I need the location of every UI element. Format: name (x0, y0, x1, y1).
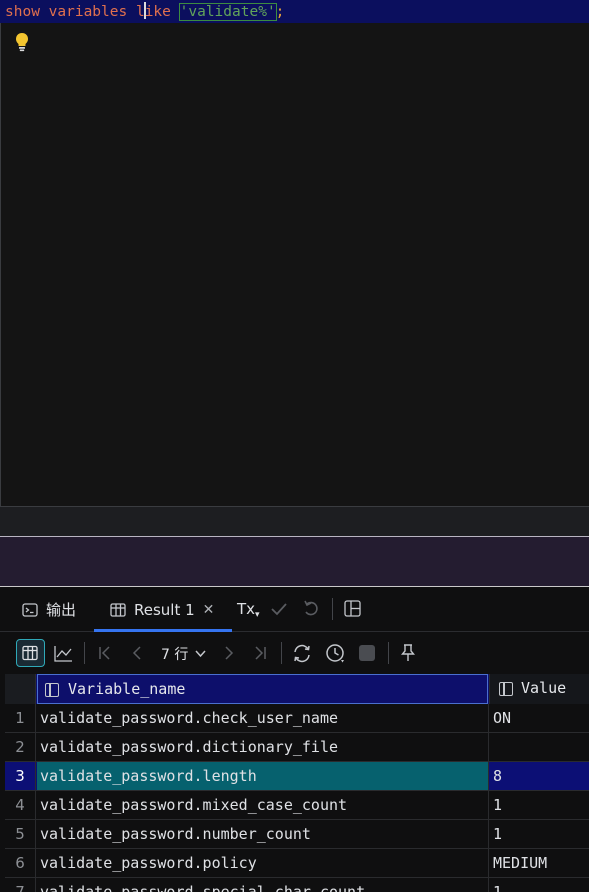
column-header-value[interactable]: Value (489, 674, 589, 704)
tab-output-label: 输出 (46, 601, 77, 619)
column-divider (488, 820, 489, 848)
cell-value[interactable]: ON (493, 704, 511, 732)
editor-footer (0, 507, 589, 536)
prev-page-icon[interactable] (131, 646, 143, 660)
commit-icon[interactable] (270, 601, 288, 617)
layout-icon[interactable] (344, 600, 361, 617)
column-icon (499, 682, 513, 696)
keyword-show: show (5, 4, 40, 20)
table-row[interactable]: 4 validate_password.mixed_case_count 1 (5, 791, 589, 820)
cell-variable-name[interactable]: validate_password.number_count (40, 820, 311, 848)
toolbar-divider (332, 598, 333, 620)
tx-dropdown-icon: ▾ (255, 610, 260, 620)
cell-value[interactable]: MEDIUM (493, 849, 547, 877)
table-view-toggle[interactable] (16, 639, 45, 667)
results-tab-bar: 输出 Result 1 ✕ Tx▾ (0, 587, 589, 632)
results-panel: 输出 Result 1 ✕ Tx▾ 7 行 Variable_name Valu… (0, 586, 589, 892)
string-literal: 'validate%' (178, 3, 277, 21)
table-view-icon (22, 645, 38, 661)
tab-output[interactable]: 输出 (22, 587, 76, 632)
sql-statement[interactable]: show variables like 'validate%'; (5, 2, 284, 22)
cell-variable-name[interactable]: validate_password.check_user_name (40, 704, 338, 732)
keyword-like-end: ike (144, 4, 171, 20)
column-divider (488, 762, 489, 790)
column-icon (45, 683, 59, 697)
terminal-icon (22, 602, 38, 617)
table-row[interactable]: 7 validate_password.special_char_count 1 (5, 878, 589, 892)
column-header-variable-name[interactable]: Variable_name (37, 674, 510, 704)
row-number: 5 (5, 820, 36, 848)
table-row[interactable]: 5 validate_password.number_count 1 (5, 820, 589, 849)
transaction-mode[interactable]: Tx▾ (237, 600, 260, 620)
cell-value[interactable]: 1 (493, 820, 502, 848)
first-page-icon[interactable] (98, 646, 112, 660)
row-number: 7 (5, 878, 36, 892)
toolbar-divider (84, 642, 85, 664)
toolbar-divider (281, 642, 282, 664)
tab-result-label: Result 1 (134, 600, 195, 619)
chart-icon[interactable] (54, 645, 73, 662)
editor-gutter-border (0, 0, 1, 507)
toolbar-divider (388, 642, 389, 664)
column-divider (488, 849, 489, 877)
current-line-highlight: show variables like 'validate%'; (0, 0, 589, 23)
table-row-selected[interactable]: 3 validate_password.length 8 (5, 762, 589, 791)
table-row[interactable]: 1 validate_password.check_user_name ON (5, 704, 589, 733)
cell-variable-name[interactable]: validate_password.length (40, 762, 257, 790)
cell-variable-name[interactable]: validate_password.special_char_count (40, 878, 365, 892)
pin-icon[interactable] (400, 644, 416, 662)
column-header-label: Variable_name (68, 680, 186, 698)
history-icon[interactable] (325, 643, 346, 664)
rollback-icon[interactable] (303, 600, 319, 618)
cell-value[interactable]: 1 (493, 791, 502, 819)
table-row[interactable]: 6 validate_password.policy MEDIUM (5, 849, 589, 878)
stop-icon[interactable] (359, 645, 375, 661)
chevron-down-icon[interactable] (195, 650, 206, 658)
row-number: 4 (5, 791, 36, 819)
grid-header: Variable_name Value (5, 674, 589, 704)
next-page-icon[interactable] (223, 646, 235, 660)
tab-result-1[interactable]: Result 1 ✕ (110, 587, 214, 632)
column-divider (488, 878, 489, 892)
row-number: 2 (5, 733, 36, 761)
lightbulb-icon[interactable] (14, 32, 30, 52)
column-divider (488, 791, 489, 819)
sql-editor[interactable]: show variables like 'validate%'; (0, 0, 589, 507)
result-grid[interactable]: Variable_name Value 1 validate_password.… (5, 674, 589, 892)
results-toolbar: 7 行 (0, 632, 589, 674)
row-number: 6 (5, 849, 36, 877)
cell-value[interactable]: 8 (493, 762, 502, 790)
refresh-icon[interactable] (292, 644, 312, 663)
row-count-label: 7 行 (161, 647, 189, 663)
keyword-variables: variables (48, 4, 128, 20)
table-row[interactable]: 2 validate_password.dictionary_file (5, 733, 589, 762)
cell-variable-name[interactable]: validate_password.mixed_case_count (40, 791, 347, 819)
column-divider (488, 733, 489, 761)
tx-text: Tx (237, 600, 256, 618)
cell-variable-name[interactable]: validate_password.dictionary_file (40, 733, 338, 761)
last-page-icon[interactable] (253, 646, 267, 660)
close-icon[interactable]: ✕ (203, 602, 215, 618)
column-header-label: Value (521, 679, 567, 697)
row-number-header (5, 674, 36, 704)
row-count-selector[interactable]: 7 行 (161, 644, 188, 664)
cell-variable-name[interactable]: validate_password.policy (40, 849, 257, 877)
column-divider (488, 704, 489, 732)
row-number: 3 (5, 762, 36, 790)
semicolon: ; (275, 4, 285, 20)
splitter-band[interactable] (0, 536, 589, 586)
cell-value[interactable]: 1 (493, 878, 502, 892)
table-icon (110, 602, 126, 617)
row-number: 1 (5, 704, 36, 732)
